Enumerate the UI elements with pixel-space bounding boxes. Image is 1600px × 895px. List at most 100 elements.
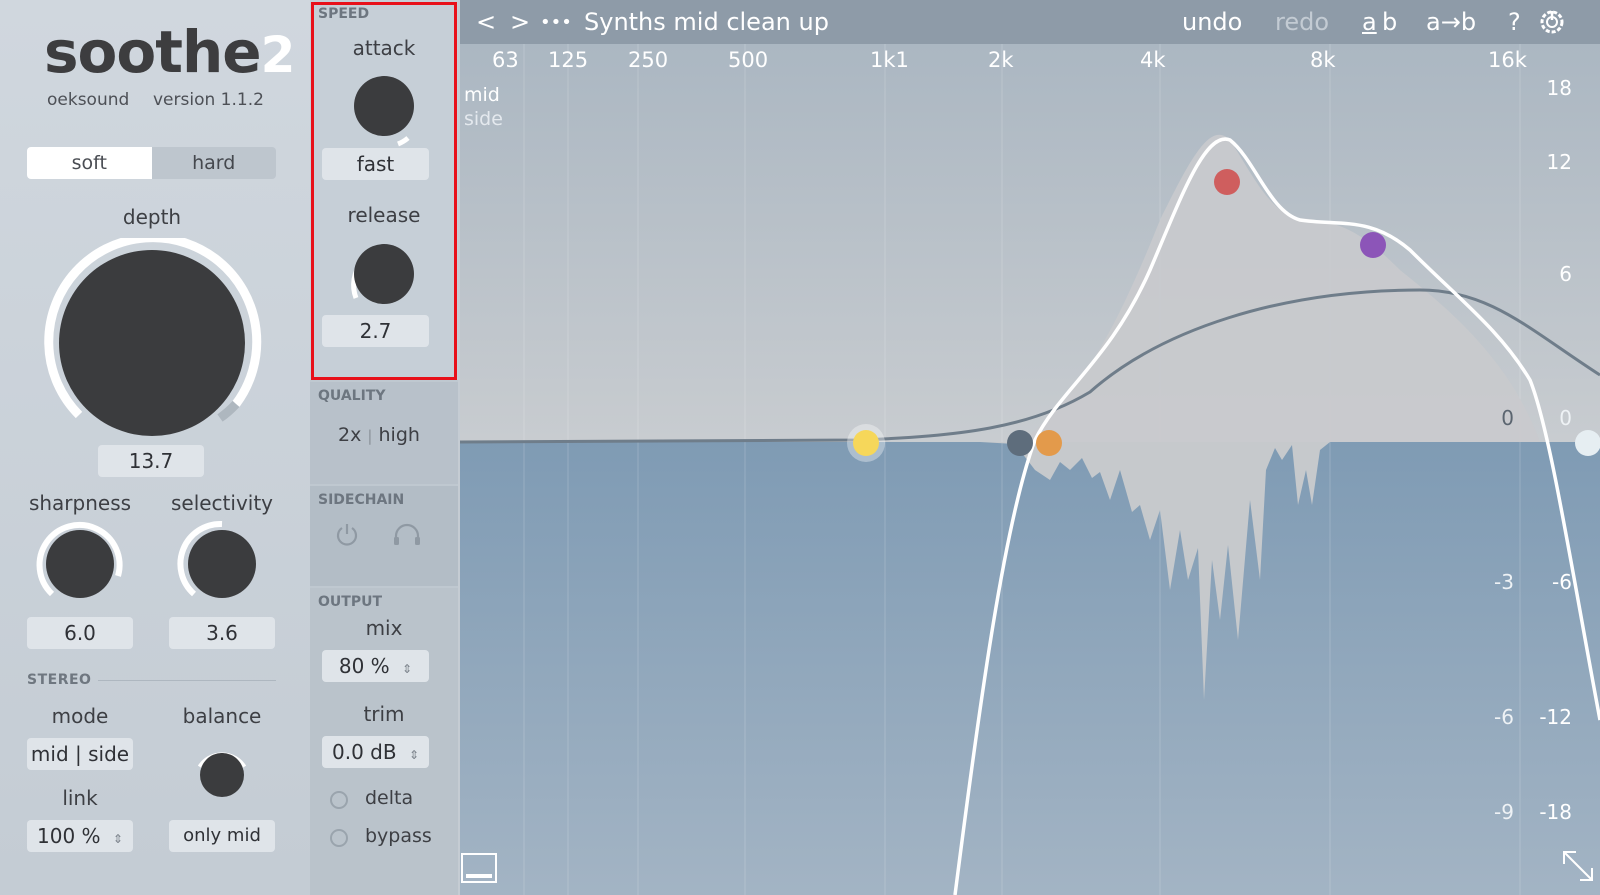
soft-hard-toggle: soft hard bbox=[27, 147, 276, 179]
quality-value[interactable]: 2x | high bbox=[338, 424, 420, 446]
bypass-radio[interactable] bbox=[330, 829, 348, 847]
logo-version-digit: 2 bbox=[260, 26, 296, 84]
bypass-label: bypass bbox=[365, 825, 432, 847]
quality-section: QUALITY 2x | high bbox=[310, 382, 458, 484]
redo-button[interactable]: redo bbox=[1275, 8, 1329, 36]
db-label-inner: 0 bbox=[1501, 406, 1514, 430]
db-label-inner: -9 bbox=[1494, 800, 1514, 824]
freq-label: 63 bbox=[492, 48, 519, 72]
stereo-divider bbox=[98, 680, 276, 681]
speed-section: SPEED attack fast release 2.7 bbox=[310, 0, 458, 380]
power-gear-icon[interactable] bbox=[1538, 8, 1566, 36]
sidechain-title: SIDECHAIN bbox=[318, 492, 405, 508]
attack-knob[interactable] bbox=[342, 68, 426, 152]
sidechain-section: SIDECHAIN bbox=[310, 486, 458, 586]
quality-title: QUALITY bbox=[318, 388, 386, 404]
freq-label: 500 bbox=[728, 48, 769, 72]
node-red bbox=[1214, 169, 1240, 195]
top-bar: < > ••• Synths mid clean up undo redo a … bbox=[460, 0, 1600, 44]
stepper-icon: ⇕ bbox=[112, 832, 123, 846]
company-name: oeksound bbox=[47, 90, 130, 110]
quality-separator: | bbox=[367, 427, 373, 445]
freq-label: 250 bbox=[628, 48, 669, 72]
delta-radio[interactable] bbox=[330, 791, 348, 809]
output-section: OUTPUT mix 80 % ⇕ trim 0.0 dB ⇕ delta by… bbox=[310, 588, 458, 895]
spectrum-graph[interactable] bbox=[460, 0, 1600, 895]
db-label: 0 bbox=[1559, 406, 1572, 430]
db-label: -18 bbox=[1539, 800, 1572, 824]
stepper-icon: ⇕ bbox=[408, 748, 419, 762]
more-icon[interactable]: ••• bbox=[540, 12, 572, 33]
undo-button[interactable]: undo bbox=[1182, 8, 1242, 36]
db-label: 6 bbox=[1559, 262, 1572, 286]
depth-label: depth bbox=[122, 205, 182, 229]
version-text: version 1.1.2 bbox=[153, 90, 264, 110]
freq-label: 2k bbox=[988, 48, 1014, 72]
db-label: -6 bbox=[1552, 570, 1572, 594]
freq-label: 4k bbox=[1140, 48, 1166, 72]
link-value-text: 100 % bbox=[37, 824, 101, 848]
a-to-b-button[interactable]: a→b bbox=[1426, 8, 1476, 36]
stereo-mode-value[interactable]: mid | side bbox=[27, 738, 133, 770]
output-title: OUTPUT bbox=[318, 594, 382, 610]
left-panel: soothe2 oeksound version 1.1.2 soft hard… bbox=[0, 0, 311, 895]
mix-value[interactable]: 80 % ⇕ bbox=[322, 650, 429, 682]
back-icon[interactable]: < bbox=[476, 8, 496, 36]
balance-knob[interactable] bbox=[190, 743, 254, 807]
side-label[interactable]: side bbox=[464, 108, 503, 130]
db-label: 12 bbox=[1546, 150, 1572, 174]
mix-label: mix bbox=[365, 616, 403, 640]
sharpness-value[interactable]: 6.0 bbox=[27, 617, 133, 649]
node-orange bbox=[1036, 430, 1062, 456]
release-value[interactable]: 2.7 bbox=[322, 315, 429, 347]
depth-knob[interactable] bbox=[42, 238, 262, 448]
stereo-mode-label: mode bbox=[51, 704, 109, 728]
forward-icon[interactable]: > bbox=[510, 8, 530, 36]
release-label: release bbox=[347, 203, 421, 227]
db-label-inner: -3 bbox=[1494, 570, 1514, 594]
mix-value-text: 80 % bbox=[338, 654, 390, 678]
selectivity-value[interactable]: 3.6 bbox=[169, 617, 275, 649]
release-knob[interactable] bbox=[342, 236, 426, 320]
trim-label: trim bbox=[363, 702, 405, 726]
quality-level[interactable]: high bbox=[379, 424, 420, 446]
logo: soothe2 bbox=[44, 18, 295, 86]
delta-label: delta bbox=[365, 787, 414, 809]
power-icon[interactable] bbox=[334, 522, 360, 548]
freq-label: 125 bbox=[548, 48, 589, 72]
sharpness-label: sharpness bbox=[28, 491, 132, 515]
link-label: link bbox=[62, 786, 98, 810]
spectrum-display[interactable]: mid side 63 125 250 500 1k1 2k 4k 8k 16k… bbox=[460, 0, 1600, 895]
freq-label: 8k bbox=[1310, 48, 1336, 72]
ab-b-button[interactable]: b bbox=[1382, 8, 1397, 36]
depth-value[interactable]: 13.7 bbox=[98, 445, 204, 477]
screen-icon[interactable] bbox=[460, 852, 500, 886]
resize-icon[interactable] bbox=[1560, 848, 1596, 884]
selectivity-knob[interactable] bbox=[176, 518, 268, 610]
speed-title: SPEED bbox=[318, 6, 370, 22]
trim-value[interactable]: 0.0 dB ⇕ bbox=[322, 736, 429, 768]
node-yellow bbox=[853, 430, 879, 456]
node-slate bbox=[1007, 430, 1033, 456]
attack-value[interactable]: fast bbox=[322, 148, 429, 180]
balance-value[interactable]: only mid bbox=[169, 820, 275, 852]
balance-label: balance bbox=[182, 704, 262, 728]
preset-name[interactable]: Synths mid clean up bbox=[584, 8, 829, 36]
ab-a-button[interactable]: a bbox=[1362, 8, 1377, 36]
selectivity-label: selectivity bbox=[170, 491, 274, 515]
freq-label: 16k bbox=[1488, 48, 1527, 72]
soft-option[interactable]: soft bbox=[27, 147, 152, 179]
logo-name: soothe bbox=[44, 18, 262, 86]
db-label: -12 bbox=[1539, 705, 1572, 729]
mid-label[interactable]: mid bbox=[464, 84, 500, 106]
quality-oversampling[interactable]: 2x bbox=[338, 424, 361, 446]
middle-column: SPEED attack fast release 2.7 QUALITY 2x… bbox=[310, 0, 458, 895]
link-value[interactable]: 100 % ⇕ bbox=[27, 820, 133, 852]
help-icon[interactable]: ? bbox=[1508, 8, 1521, 36]
headphones-icon[interactable] bbox=[392, 522, 422, 548]
attack-label: attack bbox=[352, 36, 416, 60]
freq-label: 1k1 bbox=[870, 48, 909, 72]
node-purple bbox=[1360, 232, 1386, 258]
hard-option[interactable]: hard bbox=[151, 147, 276, 179]
sharpness-knob[interactable] bbox=[34, 518, 126, 610]
